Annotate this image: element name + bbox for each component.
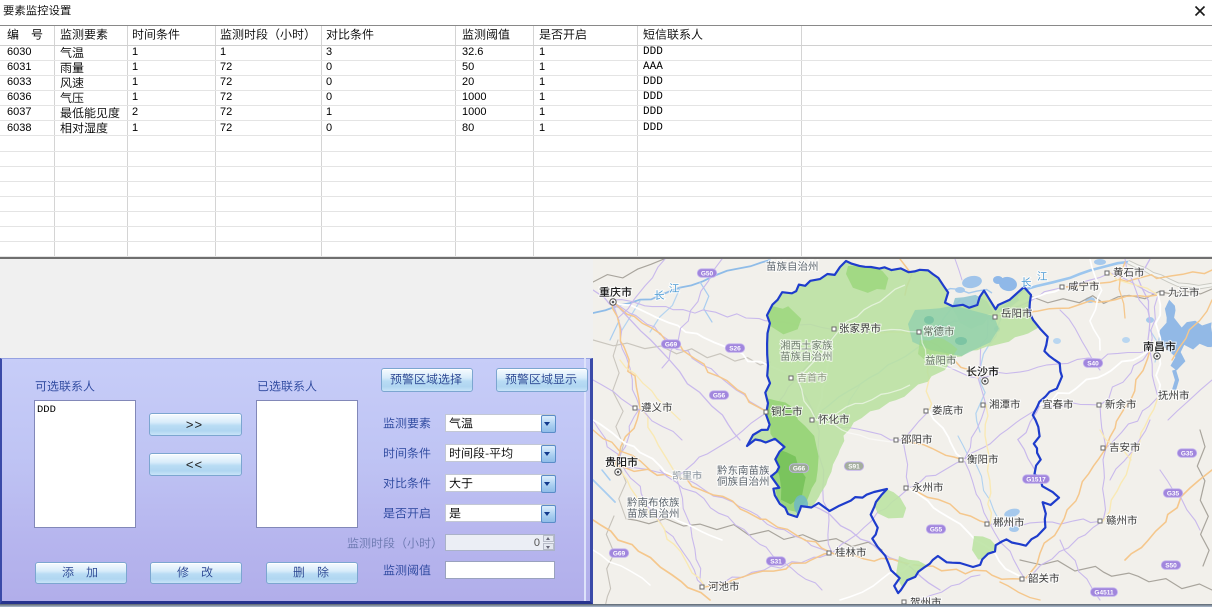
- svg-text:G35: G35: [1181, 450, 1194, 457]
- svg-text:G69: G69: [665, 341, 678, 348]
- svg-text:G66: G66: [793, 465, 806, 472]
- svg-text:S40: S40: [1087, 360, 1099, 367]
- svg-text:G4511: G4511: [1094, 589, 1114, 596]
- svg-text:S50: S50: [1165, 562, 1177, 569]
- svg-text:G55: G55: [930, 526, 943, 533]
- svg-text:S91: S91: [848, 463, 860, 470]
- svg-text:G1517: G1517: [1026, 476, 1046, 483]
- svg-text:G50: G50: [701, 270, 714, 277]
- svg-text:S26: S26: [729, 345, 741, 352]
- svg-text:G35: G35: [1167, 490, 1180, 497]
- svg-text:G56: G56: [713, 392, 726, 399]
- svg-text:S31: S31: [770, 558, 782, 565]
- svg-text:G69: G69: [613, 550, 626, 557]
